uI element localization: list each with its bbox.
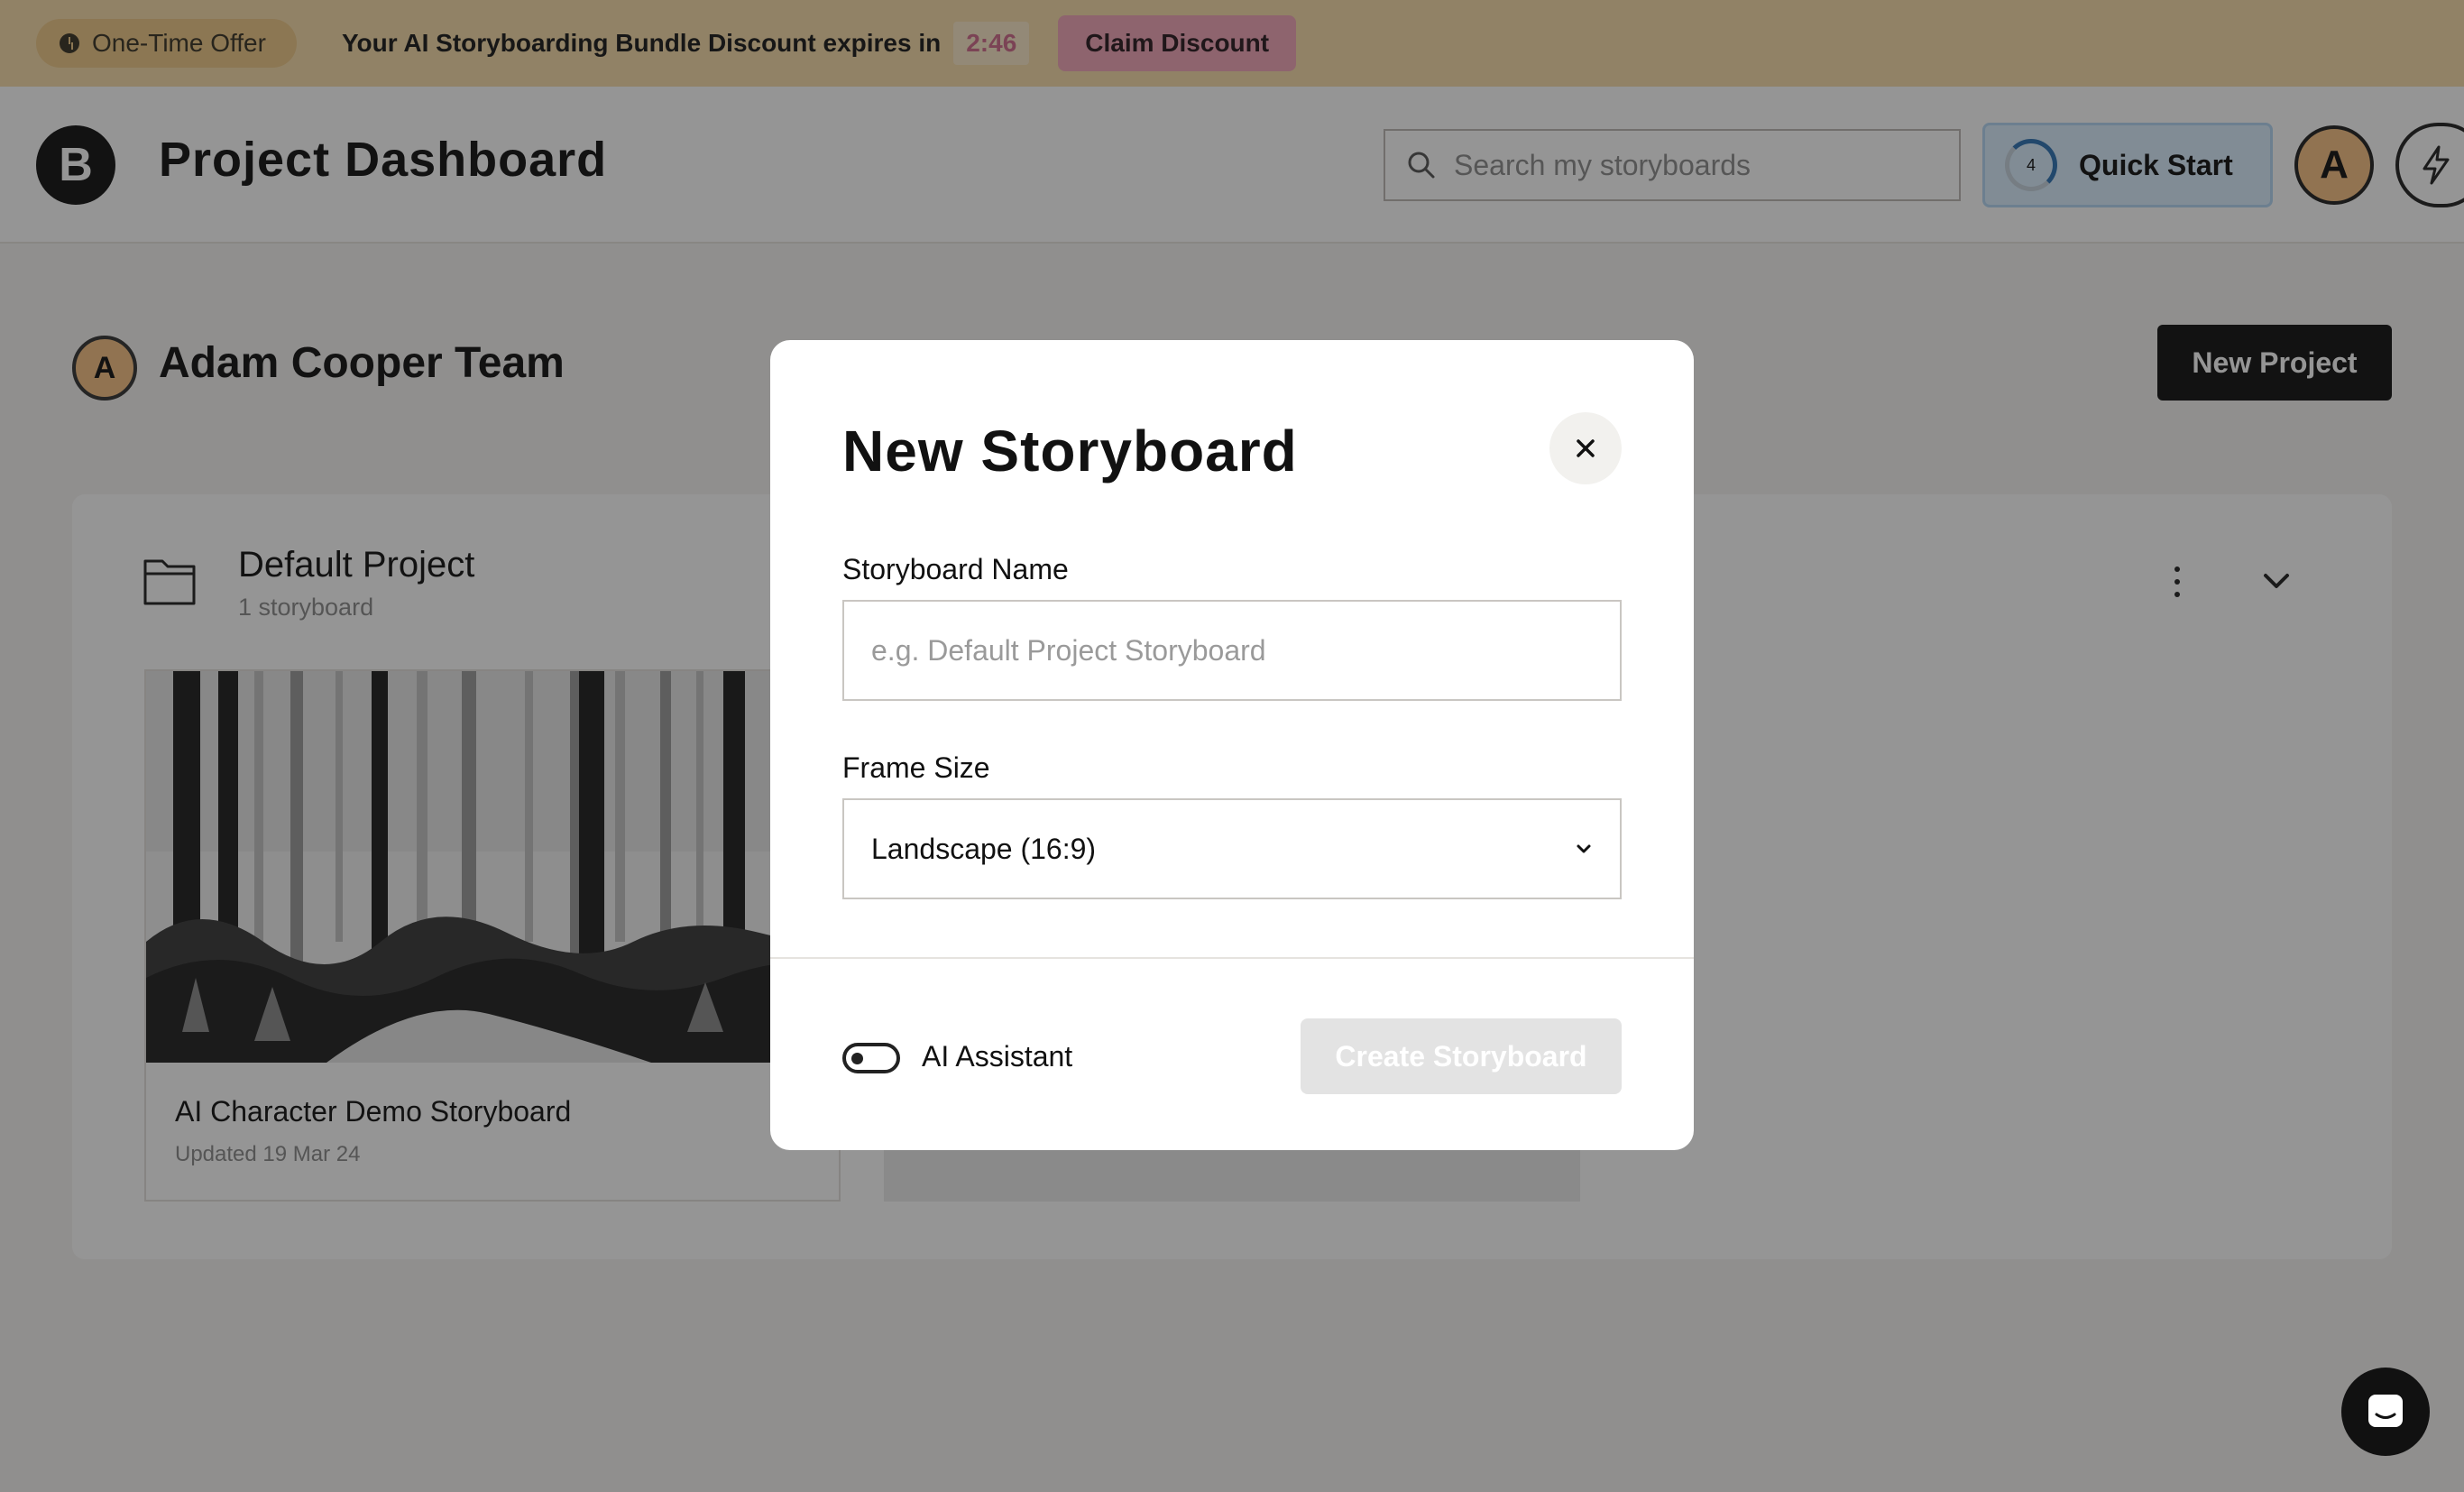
- chat-icon: [2368, 1395, 2403, 1427]
- chat-launcher[interactable]: [2341, 1368, 2430, 1456]
- ai-assistant-toggle[interactable]: [842, 1043, 900, 1073]
- frame-size-label: Frame Size: [842, 751, 990, 784]
- frame-size-value: Landscape (16:9): [871, 832, 1097, 865]
- close-button[interactable]: [1549, 412, 1622, 484]
- modal-divider: [770, 957, 1694, 959]
- create-storyboard-button[interactable]: Create Storyboard: [1301, 1018, 1622, 1094]
- modal-title: New Storyboard: [842, 419, 1298, 484]
- frame-size-select[interactable]: Landscape (16:9): [842, 798, 1622, 899]
- storyboard-name-label: Storyboard Name: [842, 553, 1069, 585]
- storyboard-name-input[interactable]: [842, 600, 1622, 701]
- chevron-down-icon: [1577, 844, 1591, 853]
- ai-assistant-label: AI Assistant: [922, 1040, 1073, 1073]
- new-storyboard-modal: New Storyboard Storyboard Name Frame Siz…: [770, 340, 1694, 1150]
- close-icon: [1577, 439, 1595, 457]
